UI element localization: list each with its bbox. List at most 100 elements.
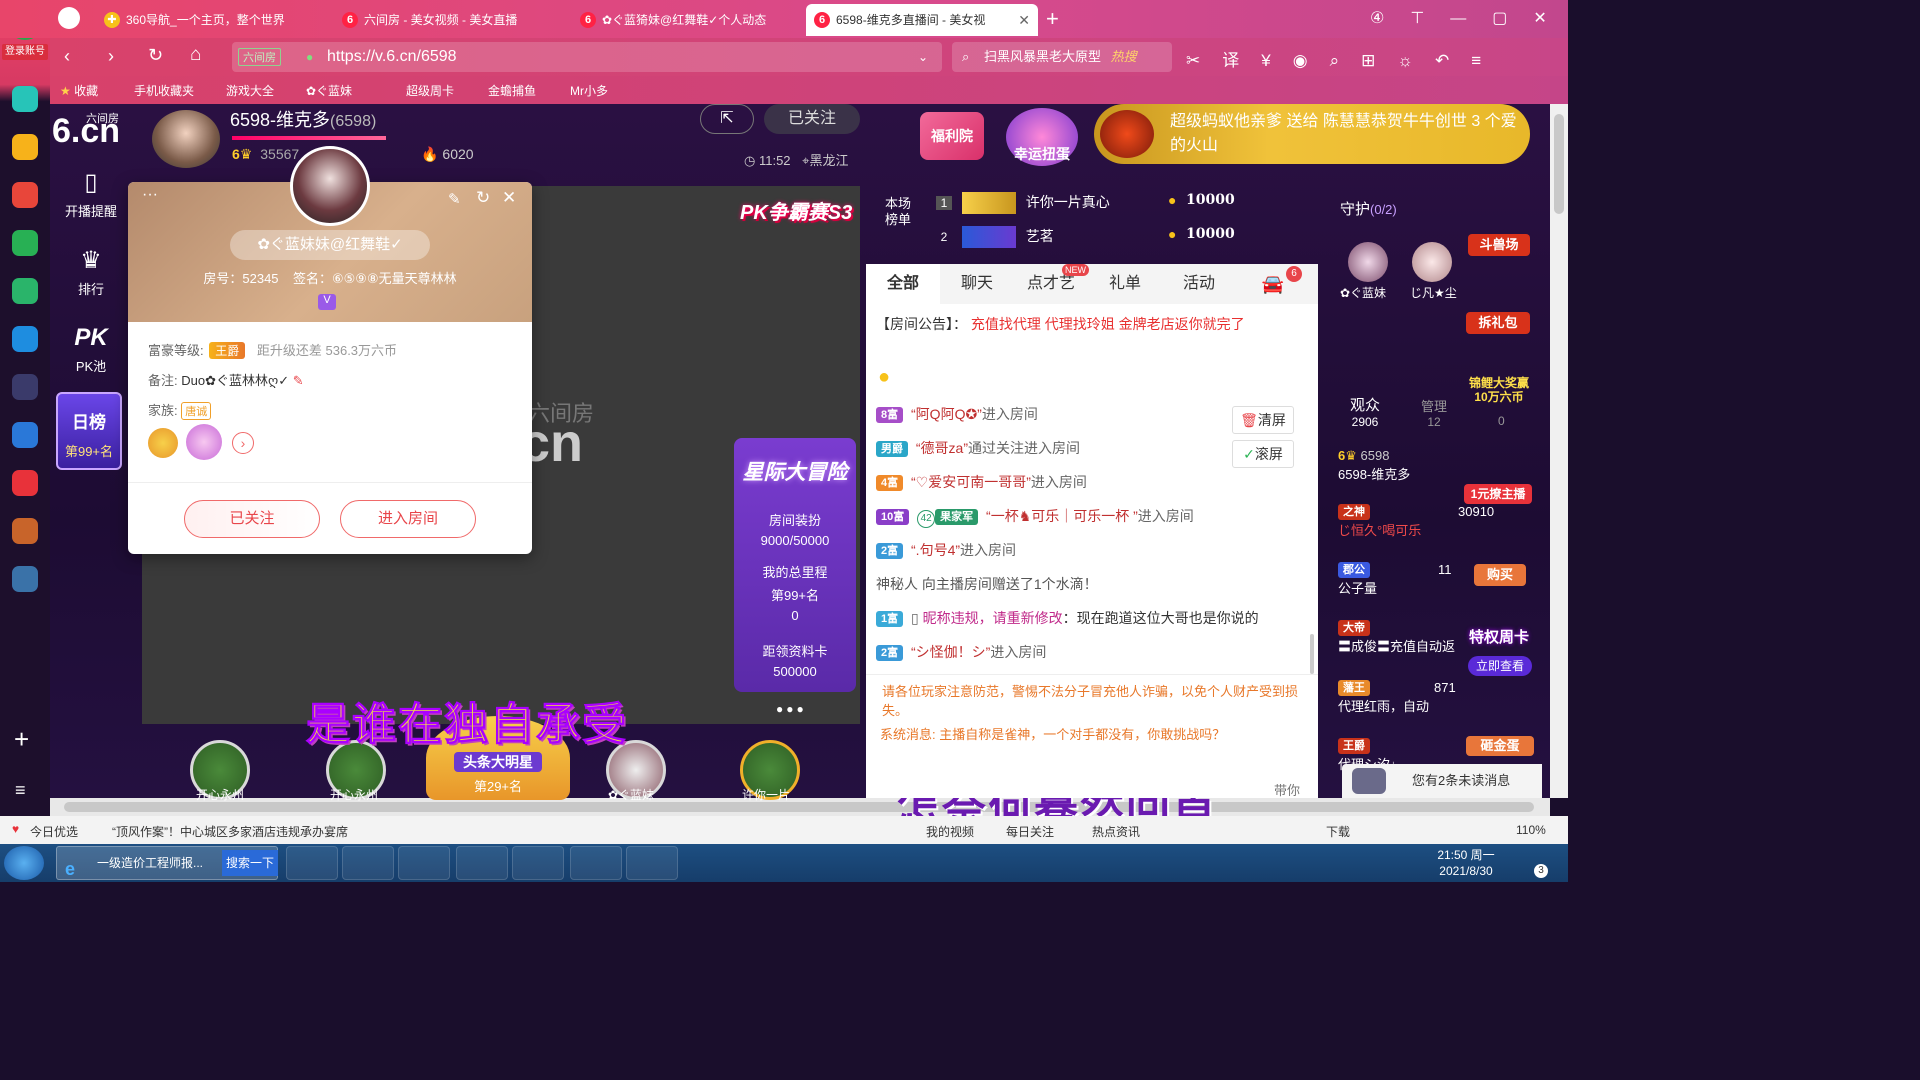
lucky-egg-badge[interactable]: 幸运扭蛋 [1006, 108, 1078, 166]
message-user[interactable]: “阿Q阿Q✪” [911, 406, 982, 422]
message-user[interactable]: “♡爱安可南一哥哥” [911, 474, 1031, 490]
hot-news-link[interactable]: 热点资讯 [1092, 823, 1140, 840]
tab-profile[interactable]: 6 ✿ぐ蓝猗妹@红舞鞋✓个人动态 [572, 4, 804, 36]
promo-view-now[interactable]: 立即查看 [1468, 656, 1532, 676]
rank-row[interactable]: 1 许你一片真心 ● 10000 [936, 192, 1235, 222]
home-icon[interactable]: ⌂ [190, 44, 201, 66]
rail-weibo-icon[interactable] [12, 182, 38, 208]
nav-forward-icon[interactable]: › [108, 46, 114, 67]
rail-mail-icon[interactable] [12, 230, 38, 256]
rank-row[interactable]: 2 艺茗 ● 10000 [936, 226, 1235, 256]
taskbar-k-app[interactable] [286, 846, 338, 880]
day-rank-card[interactable]: 日榜 第99+名 [56, 392, 122, 470]
site-logo[interactable]: 6.cn 六间房 [52, 112, 120, 151]
brightness-icon[interactable]: ☼ [1397, 51, 1435, 70]
tab-gift-list[interactable]: 礼单 [1088, 264, 1162, 304]
rail-p-icon[interactable] [12, 326, 38, 352]
notification-badge[interactable]: 3 [1534, 864, 1548, 878]
search-once-button[interactable]: 搜索一下 [222, 850, 278, 876]
unread-message-bar[interactable]: 您有2条未读消息 [1342, 764, 1542, 798]
minimize-icon[interactable]: — [1450, 10, 1492, 27]
bookmark-fish[interactable]: 金蟾捕鱼 [488, 82, 536, 99]
promo-gift-pack[interactable]: 拆礼包 [1466, 312, 1530, 334]
tab-count-icon[interactable]: ④ [1370, 10, 1410, 27]
menu-icon[interactable]: ≡ [1471, 51, 1503, 70]
close-window-icon[interactable]: ✕ [1533, 10, 1572, 27]
gift-broadcast-banner[interactable]: 超级蚂蚁他亲爹 送给 陈慧慧恭贺牛牛创世 3 个爱的火山 [1094, 104, 1530, 164]
admin-tab[interactable]: 管理 12 [1414, 396, 1454, 429]
message-user[interactable]: “德哥za” [916, 440, 968, 456]
rail-add-icon[interactable]: + [14, 724, 29, 755]
tab-all[interactable]: 全部 [866, 264, 940, 304]
popup-avatar[interactable] [290, 146, 370, 226]
taskbar-360[interactable] [456, 846, 508, 880]
refresh-card-icon[interactable]: ↻ [476, 188, 490, 208]
scissors-icon[interactable]: ✂ [1186, 51, 1222, 70]
bookmark-mobile[interactable]: 手机收藏夹 [134, 82, 194, 99]
undo-icon[interactable]: ↶ [1435, 51, 1471, 70]
tab-live-room[interactable]: 6 6598-维克多直播间 - 美女视 ✕ [806, 4, 1038, 36]
guard-avatar[interactable] [1348, 242, 1388, 282]
promo-arena[interactable]: 斗兽场 [1468, 234, 1530, 256]
tab-360-nav[interactable]: ✚ 360导航_一个主页，整个世界 [96, 4, 332, 36]
more-icon[interactable]: ··· [142, 186, 158, 204]
rail-cloud-icon[interactable] [12, 278, 38, 304]
follow-host-button[interactable]: 已关注 [764, 104, 860, 134]
promo-privilege-card[interactable]: 特权周卡 [1464, 626, 1534, 647]
message-user[interactable]: “シ怪伽！シ” [911, 644, 990, 660]
bookmark-games[interactable]: 游戏大全 [226, 82, 274, 99]
horizontal-scrollbar[interactable] [50, 798, 1550, 816]
audience-user[interactable]: 大帝 〓成俊〓充值自动返 [1338, 620, 1455, 655]
new-tab-icon[interactable]: + [1046, 6, 1059, 32]
promo-koi[interactable]: 锦鲤大奖赢10万六币 [1466, 376, 1532, 404]
find-icon[interactable]: ⌕ [1330, 51, 1362, 70]
star-adventure-panel[interactable]: 星际大冒险 房间装扮 9000/50000 我的总里程 第99+名 0 距领资料… [734, 438, 856, 692]
scroll-thumb[interactable] [1554, 114, 1564, 214]
live-reminder-item[interactable]: ▯ 开播提醒 [58, 168, 124, 220]
rail-shop-icon[interactable] [12, 470, 38, 496]
rail-app-icon[interactable] [12, 566, 38, 592]
maximize-icon[interactable]: ▢ [1492, 10, 1533, 27]
host-avatar[interactable] [152, 110, 220, 168]
scroll-screen-button[interactable]: ✓滚屏 [1232, 440, 1294, 468]
message-user[interactable]: “.句号4” [911, 542, 960, 558]
translate-icon[interactable]: 译 [1222, 51, 1261, 70]
my-video-link[interactable]: 我的视频 [926, 823, 974, 840]
welfare-badge[interactable]: 福利院 [920, 112, 984, 160]
rail-game-icon[interactable] [12, 518, 38, 544]
taskbar-player[interactable] [512, 846, 564, 880]
bookmark-profile[interactable]: ✿ぐ蓝妹 [306, 82, 352, 99]
grid-icon[interactable]: ⊞ [1361, 51, 1397, 70]
taskbar-ie[interactable] [342, 846, 394, 880]
rail-doc-icon[interactable] [12, 422, 38, 448]
close-tab-icon[interactable]: ✕ [1018, 4, 1030, 36]
taskbar-app[interactable] [570, 846, 622, 880]
share-button[interactable]: ⇱ [700, 104, 754, 134]
taskbar-explorer[interactable] [398, 846, 450, 880]
edit-icon[interactable]: ✎ [293, 373, 304, 388]
dropdown-icon[interactable]: ⌄ [918, 42, 928, 72]
start-button[interactable] [4, 846, 44, 880]
refresh-icon[interactable]: ↻ [148, 45, 163, 66]
tab-chat[interactable]: 聊天 [940, 264, 1014, 304]
login-button[interactable]: 登录账号 [2, 44, 48, 60]
promo-tease-host[interactable]: 1元撩主播 [1464, 484, 1532, 504]
bookmark-card[interactable]: 超级周卡 [406, 82, 454, 99]
tab-6cn-home[interactable]: 6 六间房 - 美女视频 - 美女直播 [334, 4, 570, 36]
download-link[interactable]: 下载 [1326, 823, 1350, 840]
audience-user[interactable]: 藩王 871 代理红雨，自动 [1338, 680, 1456, 715]
rail-star-icon[interactable] [12, 134, 38, 160]
vertical-scrollbar[interactable] [1550, 104, 1568, 798]
chat-scrollbar[interactable] [1310, 634, 1314, 674]
shirt-icon[interactable]: ⊤ [1410, 10, 1450, 27]
promo-buy[interactable]: 购买 [1474, 564, 1526, 586]
taskbar-chrome[interactable] [626, 846, 678, 880]
audience-user[interactable]: 6♛ 6598 6598-维克多 [1338, 448, 1410, 483]
pk-season-logo[interactable]: PK争霸赛S3 [740, 196, 852, 225]
news-ticker[interactable]: “顶风作案”！中心城区多家酒店违规承办宴席 [112, 823, 348, 840]
audience-tab[interactable]: 观众 2906 [1342, 394, 1388, 429]
magic-wand-icon[interactable]: ✎ [448, 190, 461, 208]
daily-follow-link[interactable]: 每日关注 [1006, 823, 1054, 840]
daily-pick[interactable]: 今日优选 [30, 823, 78, 840]
carousel-dots[interactable]: ●●● [776, 702, 807, 716]
